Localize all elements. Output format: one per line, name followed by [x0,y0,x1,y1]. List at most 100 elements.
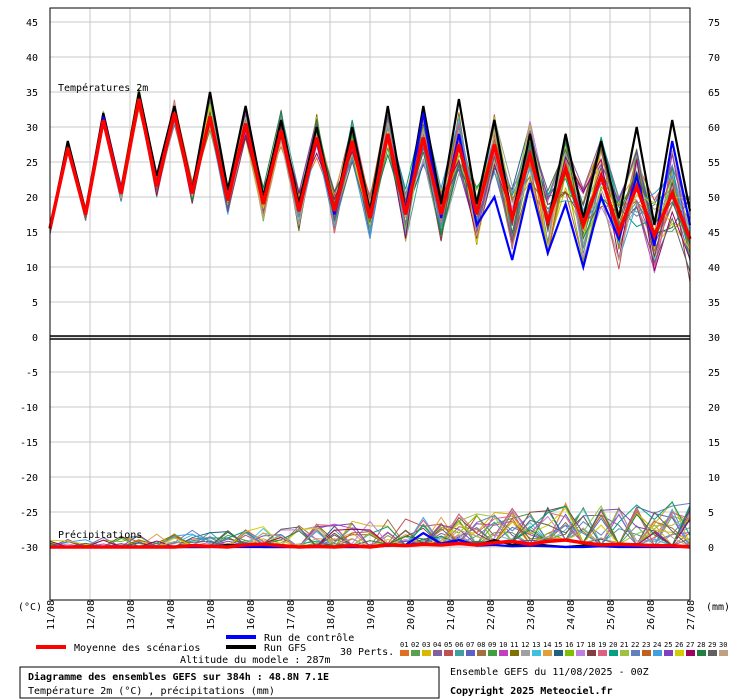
legend-member-number: 16 [565,641,573,649]
legend-member-number: 09 [488,641,496,649]
legend-member-number: 10 [499,641,507,649]
y-tick-label-right: 70 [708,53,720,64]
y-tick-label-right: 50 [708,193,720,204]
legend-member-number: 17 [576,641,584,649]
y-tick-label-right: 75 [708,18,720,29]
x-tick-label: 25/08 [606,600,617,630]
legend-member-swatch [719,650,728,656]
legend-member-swatch [653,650,662,656]
x-tick-label: 17/08 [286,600,297,630]
legend-altitude: Altitude du modele : 287m [180,655,331,666]
x-tick-label: 12/08 [86,600,97,630]
legend-member-swatch [598,650,607,656]
legend-member-swatch [477,650,486,656]
legend-member-number: 02 [411,641,419,649]
y-tick-label-left: 20 [26,193,38,204]
legend-members: 01 02 03 04 05 06 07 08 09 10 11 12 13 14 15 16 17 18 19 20… [400,641,728,656]
x-tick-label: 27/08 [686,600,697,630]
legend-member-swatch [444,650,453,656]
x-tick-label: 14/08 [166,600,177,630]
legend-member-number: 20 [609,641,617,649]
legend-member-swatch [620,650,629,656]
legend-member-number: 29 [708,641,716,649]
legend-member-number: 28 [697,641,705,649]
legend-member-swatch [675,650,684,656]
y-tick-label-left: 10 [26,263,38,274]
y-tick-label-right: 30 [708,333,720,344]
y-tick-label-left: 0 [32,333,38,344]
y-tick-label-right: 35 [708,298,720,309]
x-tick-label: 22/08 [486,600,497,630]
legend-member-swatch [642,650,651,656]
legend-member-swatch [587,650,596,656]
y-tick-label-left: 45 [26,18,38,29]
legend-member-number: 04 [433,641,441,649]
legend-member-swatch [466,650,475,656]
legend-member-swatch [565,650,574,656]
legend-member-swatch [609,650,618,656]
legend-member-number: 14 [543,641,551,649]
legend-member-swatch [697,650,706,656]
legend-member-number: 12 [521,641,529,649]
y-tick-label-left: -10 [20,403,38,414]
left-axis-unit: (°C) [18,602,42,613]
legend-member-swatch [708,650,717,656]
legend-member-swatch [631,650,640,656]
legend: Moyenne des scénarios Run de contrôle Ru… [36,632,728,666]
legend-member-number: 25 [664,641,672,649]
footer-ensemble: Ensemble GEFS du 11/08/2025 - 00Z [450,667,649,678]
temperature-panel-label: Températures 2m [58,82,148,94]
legend-member-swatch [521,650,530,656]
y-tick-label-right: 60 [708,123,720,134]
x-tick-label: 21/08 [446,600,457,630]
footer-subtitle: Température 2m (°C) , précipitations (mm… [28,685,275,697]
y-tick-label-left: 30 [26,123,38,134]
y-tick-label-left: -30 [20,543,38,554]
legend-member-number: 21 [620,641,628,649]
x-tick-label: 16/08 [246,600,257,630]
x-tick-label: 23/08 [526,600,537,630]
legend-member-number: 01 [400,641,408,649]
legend-member-swatch [488,650,497,656]
legend-member-number: 03 [422,641,430,649]
y-tick-label-right: 15 [708,438,720,449]
y-tick-label-left: -20 [20,473,38,484]
legend-member-number: 11 [510,641,518,649]
footer-copyright: Copyright 2025 Meteociel.fr [450,685,613,697]
right-axis-unit: (mm) [706,602,730,613]
legend-member-number: 27 [686,641,694,649]
legend-member-swatch [543,650,552,656]
legend-member-number: 30 [719,641,727,649]
legend-member-swatch [532,650,541,656]
legend-member-swatch [554,650,563,656]
y-tick-label-left: 15 [26,228,38,239]
x-tick-label: 13/08 [126,600,137,630]
legend-member-number: 26 [675,641,683,649]
y-tick-label-left: -5 [26,368,38,379]
x-tick-label: 26/08 [646,600,657,630]
chart-grid [49,8,691,600]
legend-member-swatch [422,650,431,656]
gefs-ensemble-chart: 11/08 12/08 13/08 14/08 15/08 16/08 17/08 18/08… [18,7,730,699]
y-tick-label-left: -25 [20,508,38,519]
y-tick-label-left: 35 [26,88,38,99]
y-tick-label-right: 65 [708,88,720,99]
legend-member-number: 15 [554,641,562,649]
y-tick-label-left: 40 [26,53,38,64]
x-tick-label: 19/08 [366,600,377,630]
legend-perts-label: 30 Perts. [340,647,394,658]
legend-member-swatch [400,650,409,656]
legend-member-swatch [433,650,442,656]
legend-member-swatch [455,650,464,656]
legend-member-number: 19 [598,641,606,649]
y-tick-label-right: 10 [708,473,720,484]
y-tick-label-right: 40 [708,263,720,274]
precip-panel-label: Précipitations [58,529,142,541]
y-tick-label-right: 45 [708,228,720,239]
x-tick-label: 20/08 [406,600,417,630]
y-tick-label-right: 0 [708,543,714,554]
legend-member-swatch [510,650,519,656]
legend-member-number: 13 [532,641,540,649]
legend-member-number: 23 [642,641,650,649]
legend-member-number: 22 [631,641,639,649]
